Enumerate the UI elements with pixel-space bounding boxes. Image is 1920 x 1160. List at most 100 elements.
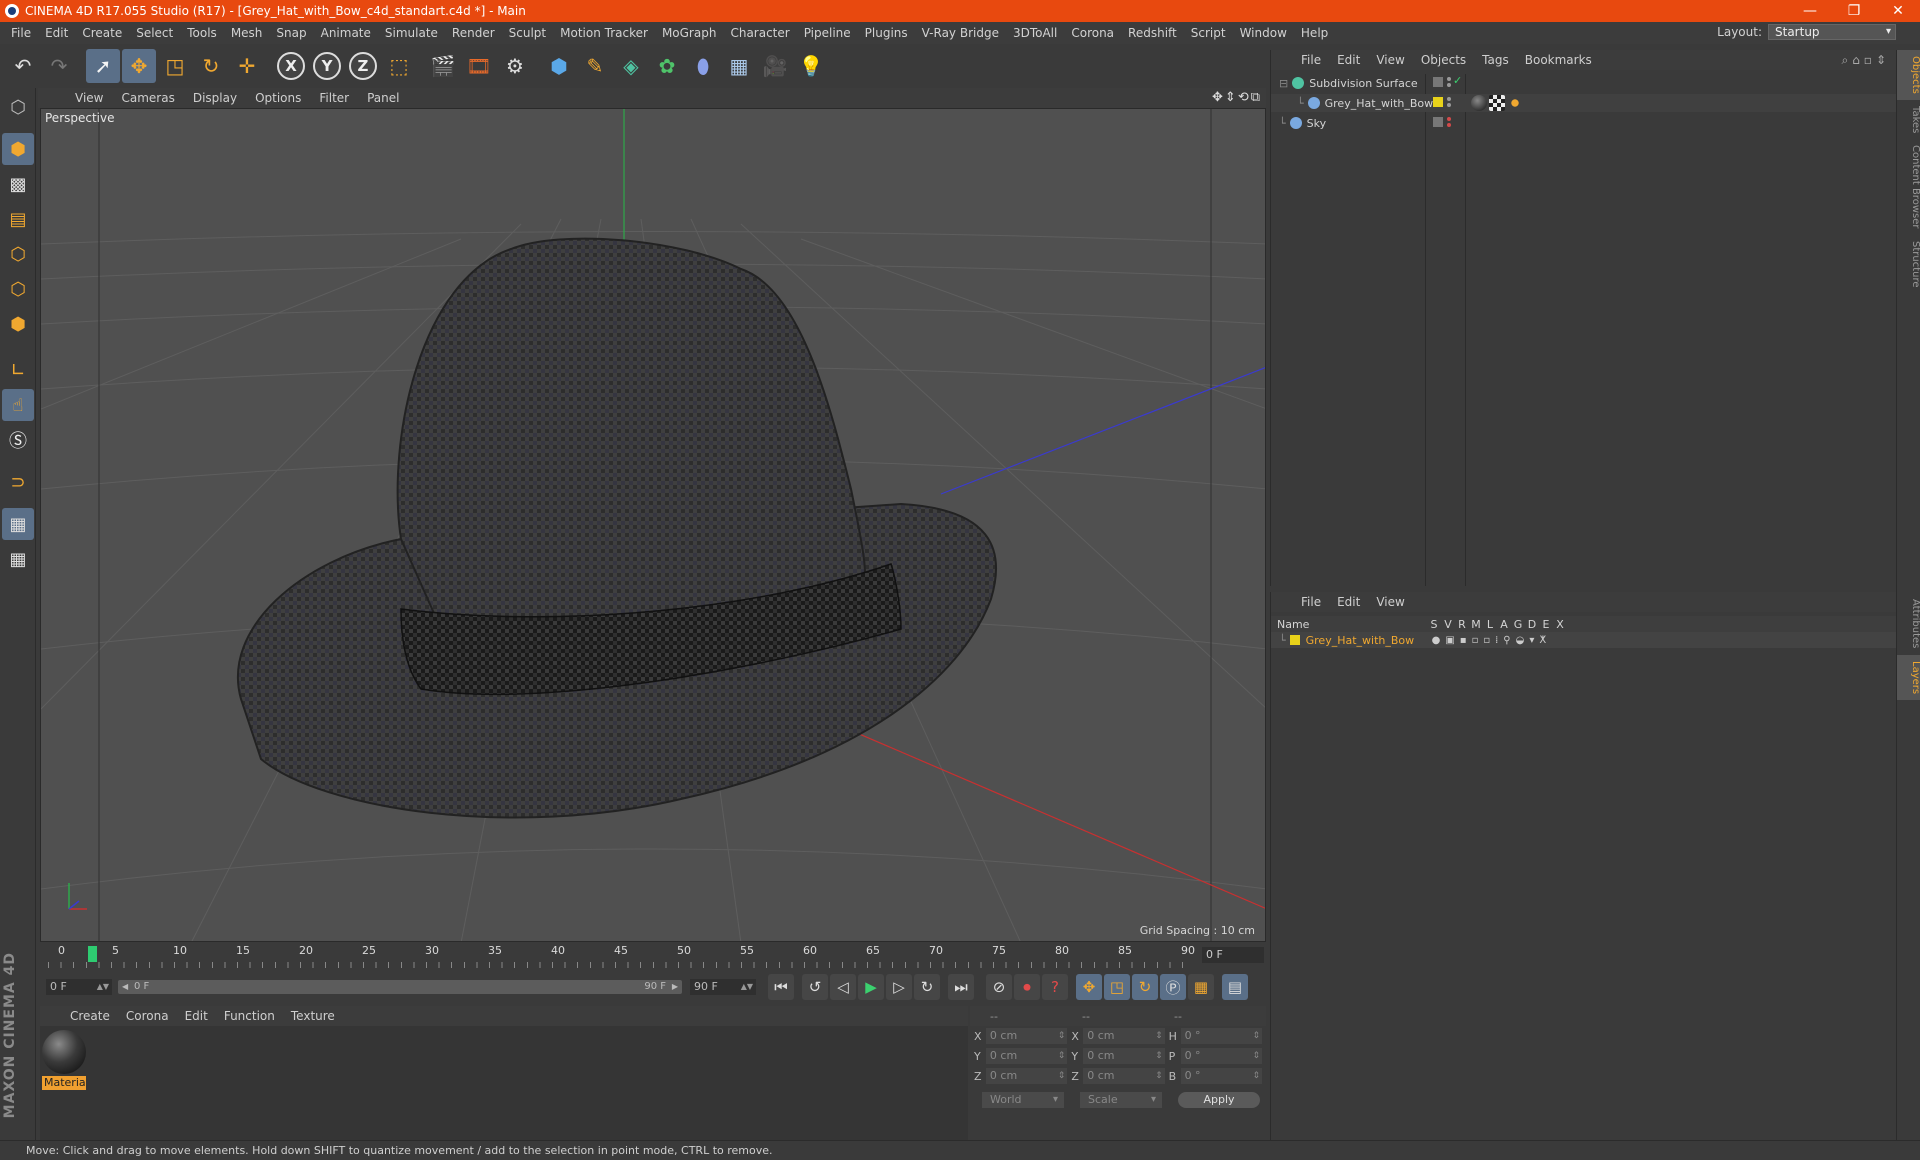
viewport-menu-cameras[interactable]: Cameras [112, 91, 183, 105]
render-view-icon[interactable]: 🎬 [426, 49, 460, 83]
go-to-end-icon[interactable]: ⏭ [948, 974, 974, 1000]
material-menu-edit[interactable]: Edit [177, 1009, 216, 1023]
material-menu-function[interactable]: Function [216, 1009, 283, 1023]
menu-plugins[interactable]: Plugins [858, 22, 915, 44]
light-icon[interactable]: 💡 [794, 49, 828, 83]
menu-sculpt[interactable]: Sculpt [502, 22, 553, 44]
end-frame-spinner-icon[interactable]: ▲▼ [741, 979, 753, 995]
tab-layers[interactable]: Layers [1897, 654, 1920, 700]
planar-workplane-icon[interactable]: ▦ [2, 543, 34, 575]
menu-simulate[interactable]: Simulate [378, 22, 445, 44]
menu-create[interactable]: Create [75, 22, 129, 44]
position-x-field[interactable]: 0 cm [985, 1028, 1068, 1044]
layer-col-solo[interactable]: S [1427, 618, 1441, 631]
timeline-ruler[interactable]: 0 5 10 15 20 25 30 35 40 45 50 55 60 65 … [40, 944, 1266, 968]
menu-vray-bridge[interactable]: V-Ray Bridge [915, 22, 1006, 44]
camera-icon[interactable]: 🎥 [758, 49, 792, 83]
viewport-menu-filter[interactable]: Filter [310, 91, 358, 105]
menu-mesh[interactable]: Mesh [224, 22, 270, 44]
layer-col-manager[interactable]: M [1469, 618, 1483, 631]
object-manager-search-home-icons[interactable]: ⌕⌂▫⇕ [1841, 53, 1890, 68]
material-preview-ball[interactable] [42, 1030, 86, 1074]
transform-mode-dropdown[interactable]: Scale [1080, 1092, 1162, 1108]
menu-help[interactable]: Help [1294, 22, 1335, 44]
edit-render-settings-icon[interactable]: ⚙ [498, 49, 532, 83]
layer-col-generators[interactable]: G [1511, 618, 1525, 631]
play-icon[interactable]: ▶ [858, 974, 884, 1000]
menu-character[interactable]: Character [723, 22, 796, 44]
key-rotation-icon[interactable]: ↻ [1132, 974, 1158, 1000]
minimize-button[interactable]: — [1788, 0, 1832, 22]
key-parameter-icon[interactable]: Ⓟ [1160, 974, 1186, 1000]
timeline-playhead[interactable] [88, 946, 97, 962]
menu-script[interactable]: Script [1184, 22, 1233, 44]
key-pla-icon[interactable]: ▦ [1188, 974, 1214, 1000]
previous-key-icon[interactable]: ↺ [802, 974, 828, 1000]
current-frame-field[interactable]: 0 F [1202, 947, 1264, 963]
menu-corona[interactable]: Corona [1064, 22, 1121, 44]
start-frame-field[interactable]: 0 F ▲▼ [46, 979, 112, 995]
rotate-icon[interactable]: ↻ [194, 49, 228, 83]
size-y-field[interactable]: 0 cm [1083, 1048, 1165, 1064]
go-to-start-icon[interactable]: ⏮ [768, 974, 794, 1000]
preview-range-slider[interactable]: ◀ 0 F 90 F ▶ [118, 980, 682, 994]
key-position-icon[interactable]: ✥ [1076, 974, 1102, 1000]
layer-col-render[interactable]: R [1455, 618, 1469, 631]
menu-motion-tracker[interactable]: Motion Tracker [553, 22, 655, 44]
layer-row[interactable]: └ Grey_Hat_with_Bow ●▣▪▫▫⁞⚲◒▾ⵅ [1271, 632, 1897, 648]
key-scale-icon[interactable]: ◳ [1104, 974, 1130, 1000]
layout-dropdown[interactable]: Startup [1768, 24, 1896, 40]
grey-hat-model[interactable] [236, 237, 998, 819]
coordinate-mode-dropdown[interactable]: World [982, 1092, 1064, 1108]
object-row-subdivision-surface[interactable]: ⊟ Subdivision Surface ✓ [1271, 74, 1897, 92]
material-tag-icon[interactable] [1471, 95, 1487, 111]
floor-icon[interactable]: ▦ [722, 49, 756, 83]
points-mode-icon[interactable]: ⬡ [2, 238, 34, 270]
next-frame-icon[interactable]: ▷ [886, 974, 912, 1000]
layer-col-deformers[interactable]: D [1525, 618, 1539, 631]
select-arrow-icon[interactable]: ➚ [86, 49, 120, 83]
x-axis-icon[interactable]: X [274, 49, 308, 83]
enabled-check-icon[interactable]: ✓ [1453, 74, 1462, 87]
material-menu-texture[interactable]: Texture [283, 1009, 343, 1023]
layer-col-locked[interactable]: L [1483, 618, 1497, 631]
layer-swatch-icon[interactable] [1433, 77, 1443, 87]
viewport-menu-view[interactable]: View [66, 91, 112, 105]
undo-icon[interactable]: ↶ [6, 49, 40, 83]
menu-3dtoall[interactable]: 3DToAll [1006, 22, 1064, 44]
scale-icon[interactable]: ◳ [158, 49, 192, 83]
menu-pipeline[interactable]: Pipeline [797, 22, 858, 44]
axis-mode-icon[interactable]: ∟ [2, 354, 34, 386]
object-menu-bookmarks[interactable]: Bookmarks [1517, 53, 1600, 67]
layer-menu-view[interactable]: View [1368, 595, 1412, 609]
rotation-b-field[interactable]: 0 ° [1180, 1068, 1262, 1084]
tab-attributes[interactable]: Attributes [1897, 593, 1920, 654]
previous-frame-icon[interactable]: ◁ [830, 974, 856, 1000]
solo-mode-icon[interactable]: Ⓢ [2, 424, 34, 456]
layer-toggle-icons[interactable]: ●▣▪▫▫⁞⚲◒▾ⵅ [1432, 635, 1551, 646]
timeline-window-icon[interactable]: ▤ [1222, 974, 1248, 1000]
texture-tag-icon[interactable] [1489, 95, 1505, 111]
render-picture-viewer-icon[interactable]: 🎞 [462, 49, 496, 83]
object-menu-tags[interactable]: Tags [1474, 53, 1517, 67]
layer-color-swatch-icon[interactable] [1433, 97, 1443, 107]
layer-col-name[interactable]: Name [1271, 618, 1427, 631]
subdivision-icon[interactable]: ◈ [614, 49, 648, 83]
position-z-field[interactable]: 0 cm [985, 1068, 1068, 1084]
tab-content-browser[interactable]: Content Browser [1897, 139, 1920, 234]
menu-edit[interactable]: Edit [38, 22, 75, 44]
layer-menu-edit[interactable]: Edit [1329, 595, 1368, 609]
layer-color-icon[interactable] [1289, 635, 1300, 645]
menu-window[interactable]: Window [1233, 22, 1294, 44]
collapse-icon[interactable]: ⊟ [1279, 77, 1288, 90]
edges-mode-icon[interactable]: ⬡ [2, 273, 34, 305]
tweak-mode-icon[interactable]: ☝ [2, 389, 34, 421]
locked-workplane-icon[interactable]: ▦ [2, 508, 34, 540]
object-menu-view[interactable]: View [1368, 53, 1412, 67]
object-menu-file[interactable]: File [1293, 53, 1329, 67]
record-position-icon[interactable]: ⊘ [986, 974, 1012, 1000]
menu-tools[interactable]: Tools [180, 22, 224, 44]
polygons-mode-icon[interactable]: ⬢ [2, 308, 34, 340]
rotation-p-field[interactable]: 0 ° [1180, 1048, 1262, 1064]
menu-select[interactable]: Select [129, 22, 180, 44]
